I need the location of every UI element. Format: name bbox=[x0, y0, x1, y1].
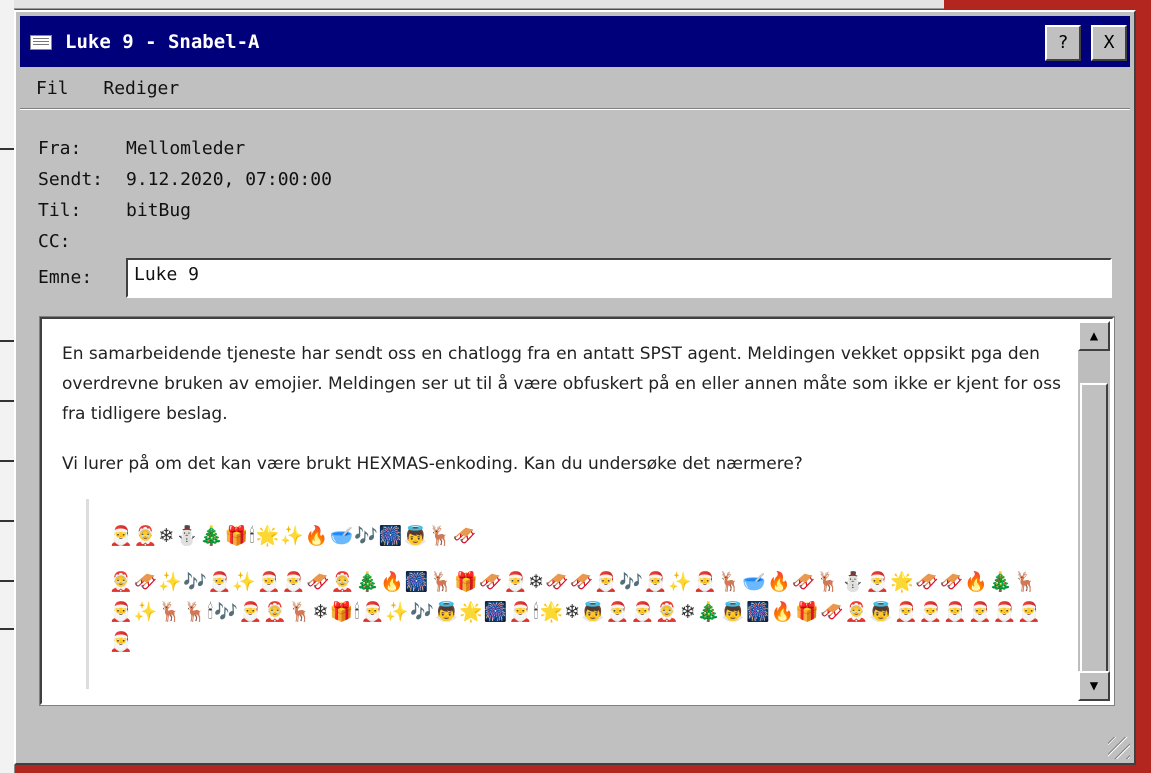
body-paragraph: Vi lurer på om det kan være brukt HEXMAS… bbox=[62, 454, 803, 474]
resize-grip-icon[interactable] bbox=[1108, 737, 1130, 759]
menu-file[interactable]: Fil bbox=[36, 78, 69, 99]
to-value: bitBug bbox=[126, 200, 192, 221]
title-bar[interactable]: Luke 9 - Snabel-A ? X bbox=[20, 16, 1130, 67]
message-body[interactable]: En samarbeidende tjeneste har sendt oss … bbox=[39, 316, 1115, 706]
emoji-line: 🤶🛷✨🎶🎅✨🎅🎅🛷🤶🎄🔥🎆🦌🎁🛷🎅❄🛷🛷🎅🎶🎅✨🎅🦌🥣🔥🛷🦌⛄🎅🌟🛷🛷🔥🎄🦌🎅✨… bbox=[109, 571, 1042, 653]
menu-divider bbox=[20, 108, 1130, 110]
scroll-up-button[interactable]: ▲ bbox=[1078, 321, 1110, 351]
from-value: Mellomleder bbox=[126, 138, 246, 159]
window-title: Luke 9 - Snabel-A bbox=[65, 31, 260, 53]
subject-label: Emne: bbox=[38, 267, 93, 288]
envelope-icon bbox=[30, 35, 52, 50]
emoji-line: 🎅🤶❄⛄🎄🎁🕯🌟✨🔥🥣🎶🎆👼🦌🛷 bbox=[109, 525, 478, 547]
to-label: Til: bbox=[38, 200, 82, 221]
help-button[interactable]: ? bbox=[1045, 25, 1081, 61]
close-button[interactable]: X bbox=[1091, 25, 1127, 61]
message-text: En samarbeidende tjeneste har sendt oss … bbox=[62, 339, 1072, 499]
sent-value: 9.12.2020, 07:00:00 bbox=[126, 169, 332, 190]
menu-bar: Fil Rediger bbox=[36, 78, 203, 99]
scroll-down-button[interactable]: ▼ bbox=[1078, 671, 1110, 701]
scroll-track[interactable] bbox=[1078, 351, 1110, 697]
vertical-scrollbar[interactable]: ▲ ▼ bbox=[1078, 321, 1110, 701]
body-paragraph: En samarbeidende tjeneste har sendt oss … bbox=[62, 344, 1061, 424]
emoji-blockquote: 🎅🤶❄⛄🎄🎁🕯🌟✨🔥🥣🎶🎆👼🦌🛷 🤶🛷✨🎶🎅✨🎅🎅🛷🤶🎄🔥🎆🦌🎁🛷🎅❄🛷🛷🎅🎶🎅… bbox=[86, 499, 1046, 689]
subject-field[interactable]: Luke 9 bbox=[126, 258, 1112, 298]
menu-edit[interactable]: Rediger bbox=[103, 78, 179, 99]
from-label: Fra: bbox=[38, 138, 82, 159]
background-window-top bbox=[14, 0, 944, 9]
sent-label: Sendt: bbox=[38, 169, 104, 190]
cc-label: CC: bbox=[38, 231, 71, 252]
background-window-edge bbox=[0, 0, 15, 773]
scroll-thumb[interactable] bbox=[1080, 383, 1108, 697]
email-window: Luke 9 - Snabel-A ? X Fil Rediger Fra: M… bbox=[14, 10, 1136, 765]
